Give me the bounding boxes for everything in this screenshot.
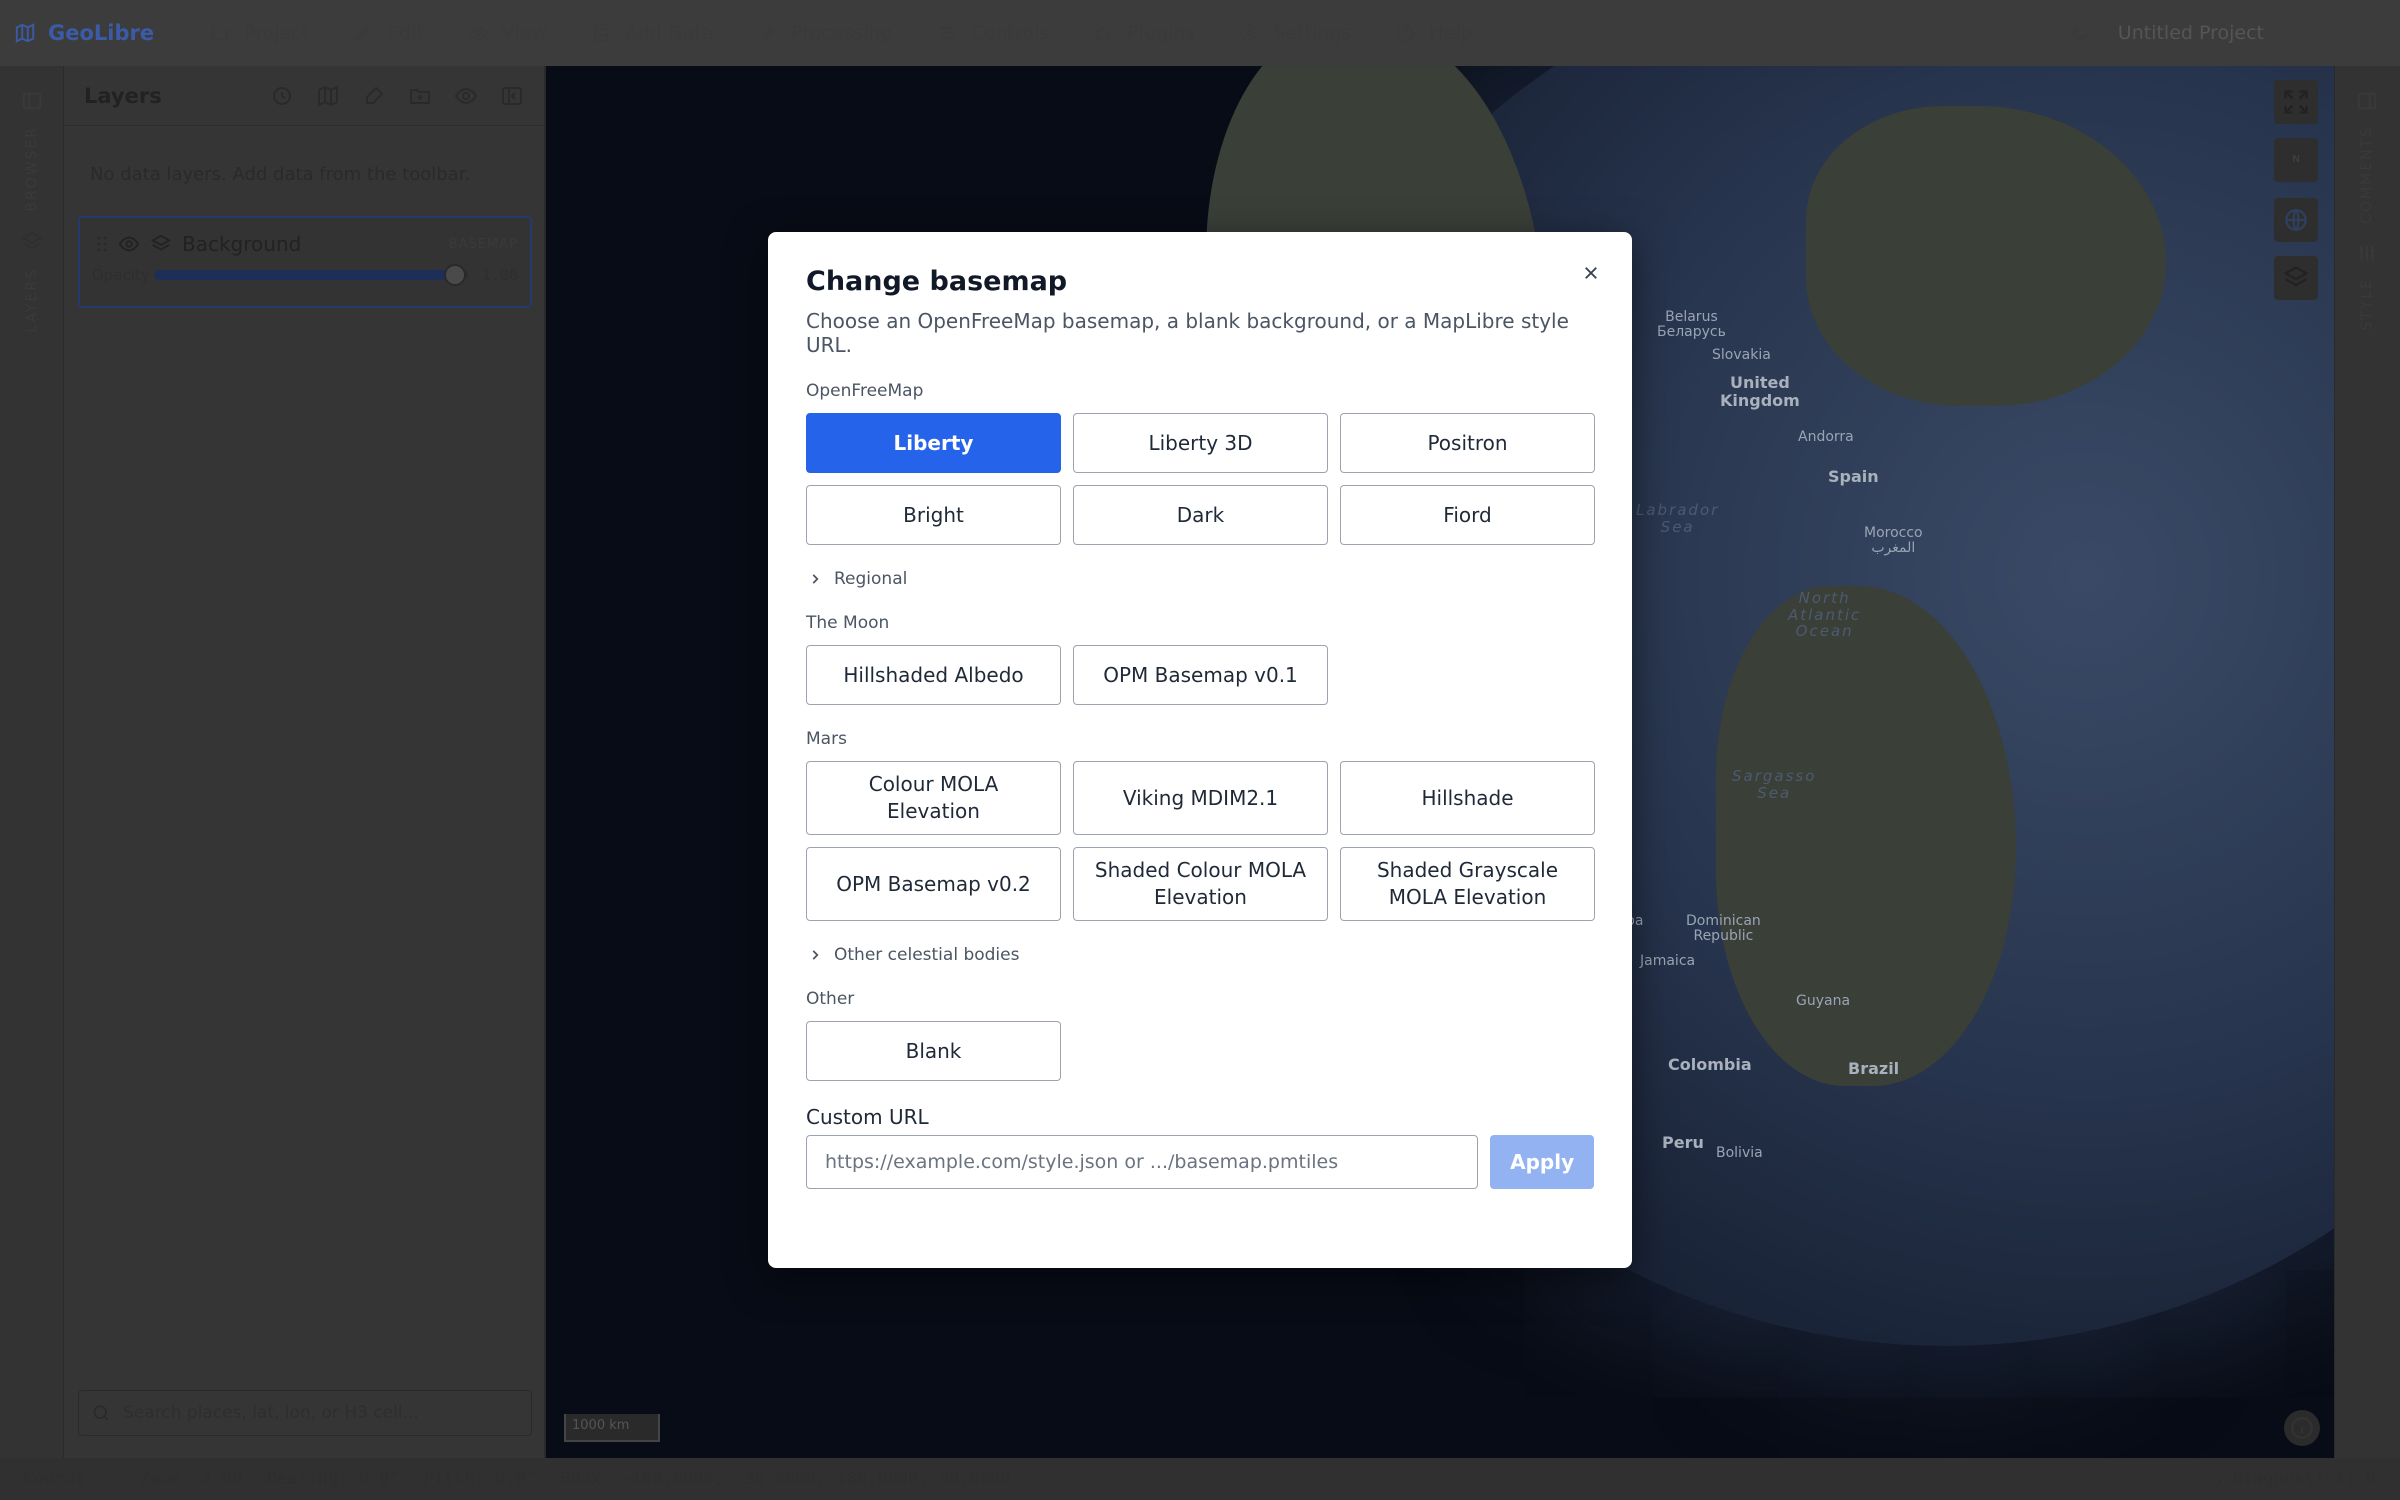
- custom-url-input[interactable]: [806, 1135, 1479, 1189]
- chevron-right-icon: [812, 950, 819, 960]
- basemap-option-liberty[interactable]: Liberty: [806, 413, 1061, 473]
- basemap-option-shaded-colour-mola[interactable]: Shaded Colour MOLA Elevation: [1073, 847, 1328, 921]
- mars-options: Colour MOLA Elevation Viking MDIM2.1 Hil…: [806, 761, 1595, 921]
- close-icon: [1585, 267, 1597, 279]
- basemap-option-liberty-3d[interactable]: Liberty 3D: [1073, 413, 1328, 473]
- basemap-option-opm-v01[interactable]: OPM Basemap v0.1: [1073, 645, 1328, 705]
- basemap-option-dark[interactable]: Dark: [1073, 485, 1328, 545]
- change-basemap-dialog: Change basemap Choose an OpenFreeMap bas…: [768, 232, 1632, 1268]
- section-moon-label: The Moon: [806, 613, 890, 633]
- section-openfreemap-label: OpenFreeMap: [806, 381, 924, 401]
- basemap-option-colour-mola[interactable]: Colour MOLA Elevation: [806, 761, 1061, 835]
- dialog-title: Change basemap: [806, 266, 1068, 297]
- apply-button[interactable]: Apply: [1490, 1135, 1594, 1189]
- other-options: Blank: [806, 1021, 1594, 1081]
- basemap-option-opm-v02[interactable]: OPM Basemap v0.2: [806, 847, 1061, 921]
- section-other-label: Other: [806, 989, 855, 1009]
- other-celestial-toggle[interactable]: Other celestial bodies: [808, 945, 1594, 965]
- close-button[interactable]: [1576, 258, 1606, 288]
- basemap-option-bright[interactable]: Bright: [806, 485, 1061, 545]
- basemap-option-hillshaded-albedo[interactable]: Hillshaded Albedo: [806, 645, 1061, 705]
- basemap-option-positron[interactable]: Positron: [1340, 413, 1595, 473]
- regional-toggle[interactable]: Regional: [808, 569, 1594, 589]
- dialog-description: Choose an OpenFreeMap basemap, a blank b…: [806, 309, 1569, 357]
- basemap-option-shaded-grayscale-mola[interactable]: Shaded Grayscale MOLA Elevation: [1340, 847, 1595, 921]
- basemap-option-fiord[interactable]: Fiord: [1340, 485, 1595, 545]
- regional-label: Regional: [834, 569, 908, 589]
- basemap-option-blank[interactable]: Blank: [806, 1021, 1061, 1081]
- section-mars-label: Mars: [806, 729, 847, 749]
- custom-url-label: Custom URL: [806, 1105, 929, 1129]
- basemap-option-viking-mdim[interactable]: Viking MDIM2.1: [1073, 761, 1328, 835]
- other-celestial-label: Other celestial bodies: [834, 945, 1020, 965]
- basemap-option-hillshade[interactable]: Hillshade: [1340, 761, 1595, 835]
- moon-options: Hillshaded Albedo OPM Basemap v0.1: [806, 645, 1594, 705]
- chevron-right-icon: [812, 574, 819, 584]
- openfreemap-options: Liberty Liberty 3D Positron Bright Dark …: [806, 413, 1595, 545]
